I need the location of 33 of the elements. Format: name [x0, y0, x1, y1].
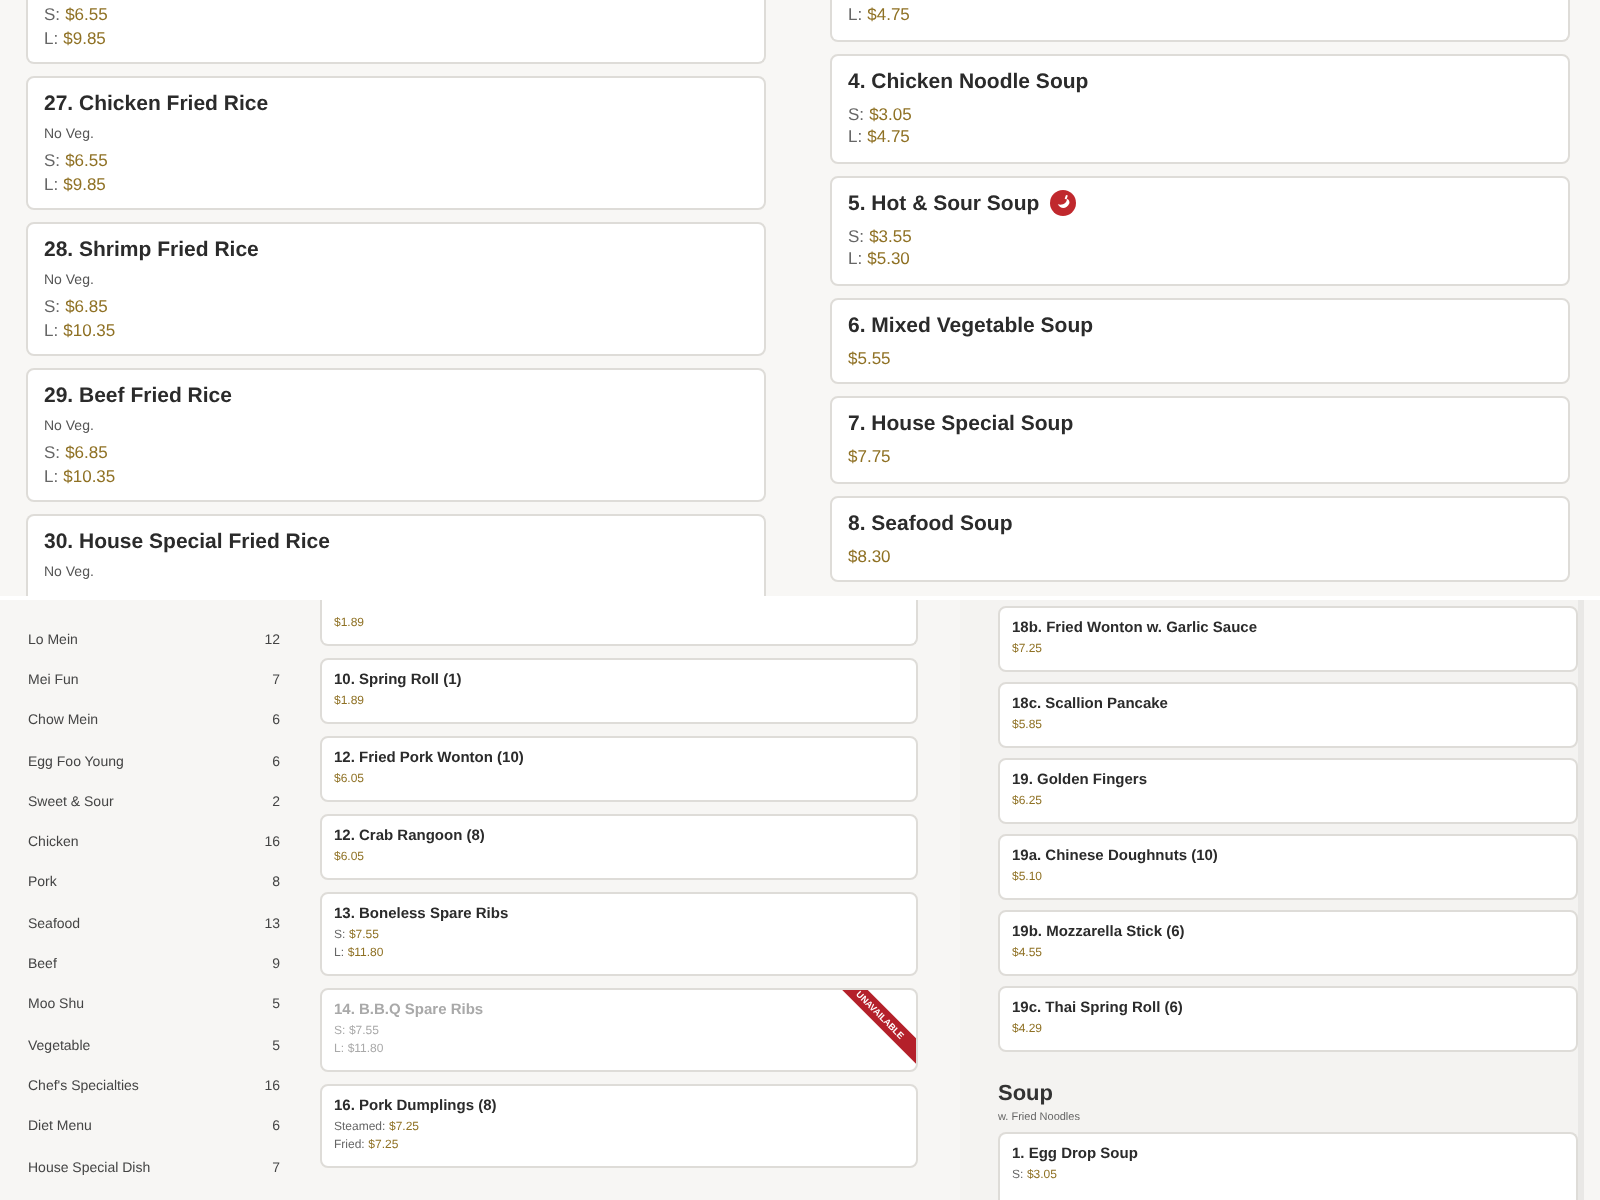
price-line: S: $6.55: [44, 4, 108, 27]
price-line: $7.75: [848, 446, 891, 469]
item-title: 8. Seafood Soup: [848, 509, 1013, 537]
price-line: $5.55: [848, 347, 891, 370]
menu-item-card[interactable]: 7. House Special Soup $7.75: [830, 396, 1570, 483]
price-line: S: $6.85: [44, 296, 108, 319]
menu-item-card[interactable]: 8. Seafood Soup $8.30: [830, 495, 1570, 582]
price-line: S: $3.55: [848, 225, 912, 248]
menu-item-card[interactable]: S: $6.55 L: $9.85: [26, 0, 766, 64]
item-title: 30. House Special Fried Rice: [44, 528, 330, 556]
menu-item-card[interactable]: 5. Hot & Sour Soup S: $3.55 L: $5.30: [830, 175, 1570, 285]
item-title: 27. Chicken Fried Rice: [44, 90, 269, 118]
price-line: L: $4.75: [848, 126, 910, 149]
item-title: 7. House Special Soup: [848, 410, 1074, 438]
price-line: S: $6.55: [44, 150, 108, 173]
item-title: 5. Hot & Sour Soup: [848, 189, 1040, 217]
price-line: S: $3.05: [848, 103, 912, 126]
menu-item-card[interactable]: L: $4.75: [830, 0, 1570, 41]
price-line: L: $5.30: [848, 248, 910, 271]
price-line: L: $9.85: [44, 173, 106, 196]
price-line: L: $9.85: [44, 27, 106, 50]
item-title: 6. Mixed Vegetable Soup: [848, 311, 1094, 339]
price-line: L: $10.35: [44, 319, 116, 342]
section-heading: Soup: [998, 1080, 1053, 1108]
price-line: L: $10.35: [44, 465, 116, 488]
price-line: S: $6.85: [44, 442, 108, 465]
menu-item-card[interactable]: 6. Mixed Vegetable Soup $5.55: [830, 297, 1570, 384]
item-title: 29. Beef Fried Rice: [44, 382, 232, 410]
item-title: 4. Chicken Noodle Soup: [848, 67, 1089, 95]
price-line: L: $4.75: [848, 4, 910, 27]
menu-item-card[interactable]: 4. Chicken Noodle Soup S: $3.05 L: $4.75: [830, 53, 1570, 163]
price-line: $8.30: [848, 545, 891, 568]
item-title: 28. Shrimp Fried Rice: [44, 236, 259, 264]
